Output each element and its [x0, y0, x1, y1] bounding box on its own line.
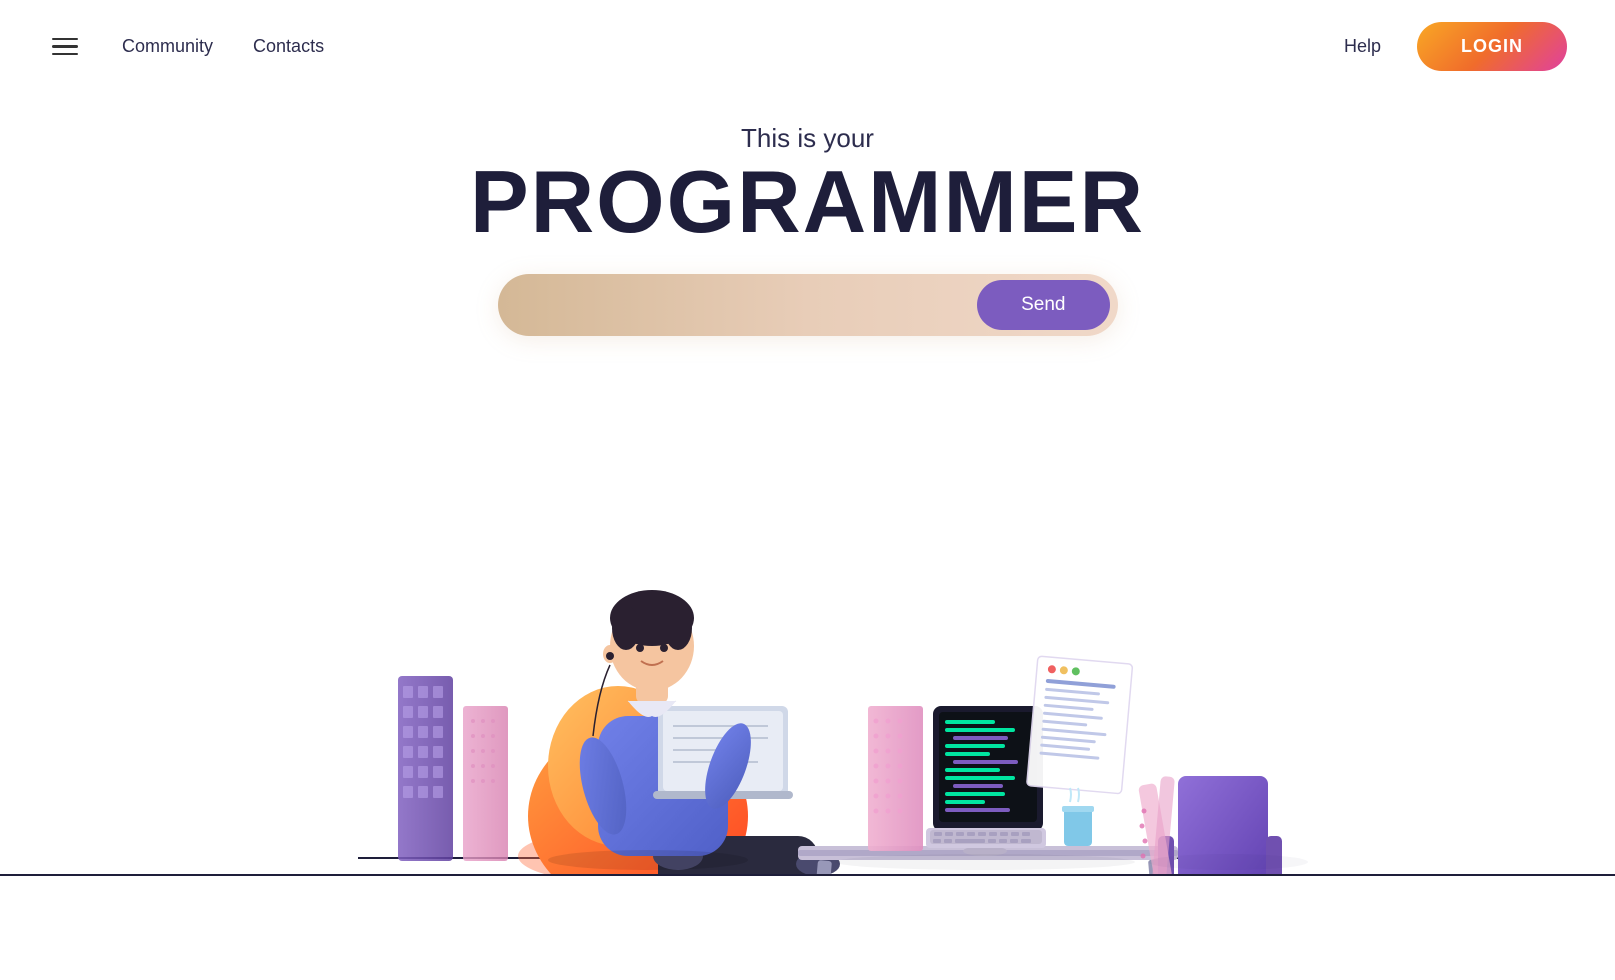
illustration-section [0, 376, 1615, 876]
search-bar: Send [498, 274, 1118, 336]
bottom-divider [0, 874, 1615, 876]
hamburger-menu[interactable] [48, 34, 82, 60]
nav-community[interactable]: Community [122, 36, 213, 57]
search-bar-wrapper: Send [0, 274, 1615, 336]
search-input[interactable] [528, 295, 978, 316]
nav-contacts[interactable]: Contacts [253, 36, 324, 57]
nav-help[interactable]: Help [1344, 36, 1381, 57]
programmer-illustration [308, 396, 1308, 876]
send-button[interactable]: Send [977, 280, 1109, 330]
navbar: Community Contacts Help LOGIN [0, 0, 1615, 93]
nav-right: Help LOGIN [1344, 22, 1567, 71]
hero-section: This is your PROGRAMMER Send [0, 93, 1615, 336]
hero-subtitle: This is your [0, 123, 1615, 154]
hero-title: PROGRAMMER [0, 158, 1615, 246]
login-button[interactable]: LOGIN [1417, 22, 1567, 71]
